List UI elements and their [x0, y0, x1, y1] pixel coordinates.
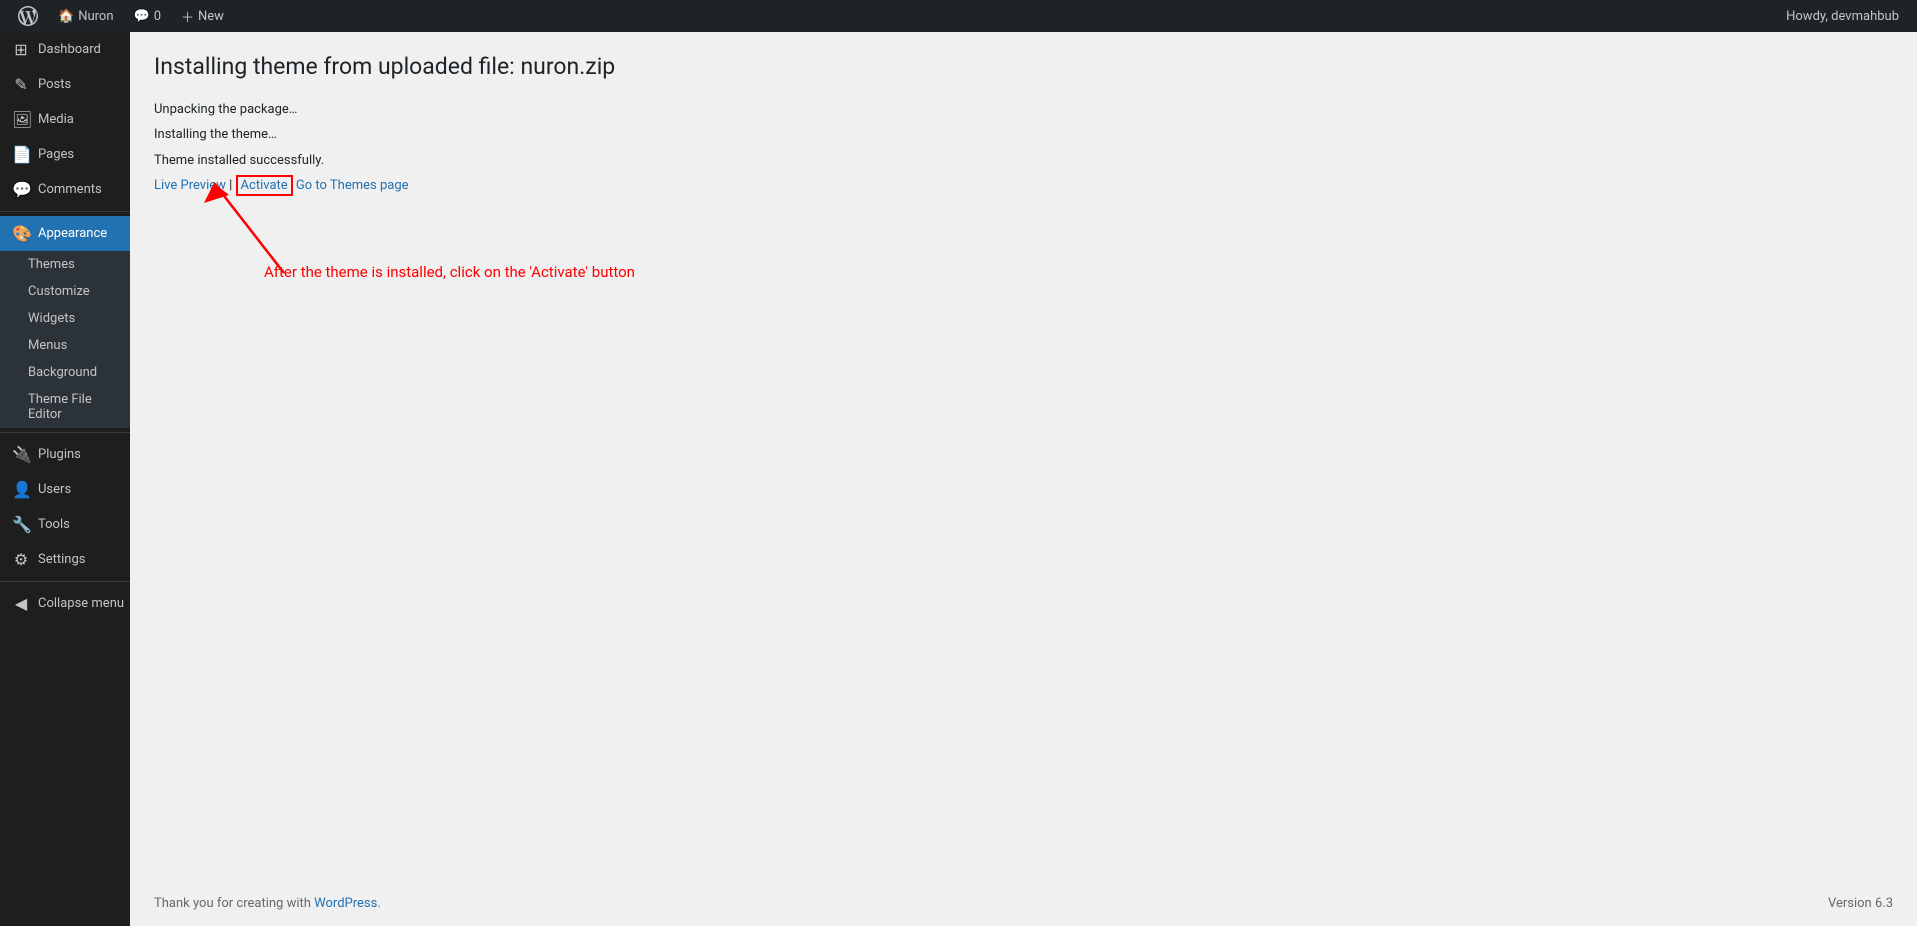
- menus-label: Menus: [28, 338, 67, 353]
- sidebar-subitem-theme-file-editor[interactable]: Theme File Editor: [0, 386, 130, 428]
- tools-label: Tools: [38, 517, 70, 532]
- media-icon: 🖼: [12, 110, 30, 129]
- settings-icon: ⚙: [12, 550, 30, 569]
- wordpress-link[interactable]: WordPress: [314, 896, 377, 911]
- settings-label: Settings: [38, 552, 85, 567]
- widgets-label: Widgets: [28, 311, 75, 326]
- collapse-label: Collapse menu: [38, 596, 124, 611]
- comment-icon: 💬: [134, 9, 150, 24]
- tools-icon: 🔧: [12, 515, 30, 534]
- site-name-menu[interactable]: 🏠 Nuron: [48, 0, 124, 32]
- site-name: Nuron: [78, 9, 113, 24]
- collapse-icon: ◀: [12, 594, 30, 613]
- howdy-menu[interactable]: Howdy, devmahbub: [1776, 0, 1909, 32]
- sidebar-item-tools[interactable]: 🔧 Tools: [0, 507, 130, 542]
- footer-version: Version 6.3: [1828, 896, 1893, 911]
- posts-label: Posts: [38, 77, 71, 92]
- wp-logo-menu[interactable]: [8, 0, 48, 32]
- footer-credit: Thank you for creating with WordPress.: [154, 896, 381, 911]
- sidebar-item-comments[interactable]: 💬 Comments: [0, 172, 130, 207]
- sidebar-item-appearance[interactable]: 🎨 Appearance: [0, 216, 130, 251]
- sidebar-item-dashboard[interactable]: ⊞ Dashboard: [0, 32, 130, 67]
- dashboard-label: Dashboard: [38, 42, 101, 57]
- annotation-text: After the theme is installed, click on t…: [264, 263, 635, 281]
- sidebar-item-pages[interactable]: 📄 Pages: [0, 137, 130, 172]
- sidebar-item-settings[interactable]: ⚙ Settings: [0, 542, 130, 577]
- sidebar-subitem-widgets[interactable]: Widgets: [0, 305, 130, 332]
- new-label: New: [198, 9, 224, 24]
- log-line-3: Theme installed successfully.: [154, 149, 1893, 172]
- background-label: Background: [28, 365, 97, 380]
- pages-label: Pages: [38, 147, 74, 162]
- activate-link[interactable]: Activate: [236, 175, 293, 196]
- media-label: Media: [38, 112, 74, 127]
- collapse-menu-button[interactable]: ◀ Collapse menu: [0, 586, 130, 621]
- sidebar-item-media[interactable]: 🖼 Media: [0, 102, 130, 137]
- sidebar-item-posts[interactable]: ✎ Posts: [0, 67, 130, 102]
- sidebar-subitem-menus[interactable]: Menus: [0, 332, 130, 359]
- sidebar-subitem-background[interactable]: Background: [0, 359, 130, 386]
- log-line-2: Installing the theme…: [154, 123, 1893, 146]
- posts-icon: ✎: [12, 75, 30, 94]
- footer-thank-you: Thank you for creating with: [154, 896, 311, 911]
- home-icon: 🏠: [58, 9, 74, 24]
- appearance-icon: 🎨: [12, 224, 30, 243]
- appearance-label: Appearance: [38, 226, 107, 241]
- install-log: Unpacking the package… Installing the th…: [154, 98, 1893, 172]
- action-links: Live Preview | Activate Go to Themes pag…: [154, 178, 1893, 193]
- wp-footer: Thank you for creating with WordPress. V…: [130, 886, 1917, 921]
- plugins-icon: 🔌: [12, 445, 30, 464]
- dashboard-icon: ⊞: [12, 40, 30, 59]
- comments-label: Comments: [38, 182, 102, 197]
- admin-sidebar: ⊞ Dashboard ✎ Posts 🖼 Media 📄 Pages 💬 Co…: [0, 32, 130, 926]
- comments-menu[interactable]: 💬 0: [124, 0, 172, 32]
- plus-icon: ＋: [181, 7, 194, 26]
- theme-file-editor-label: Theme File Editor: [28, 392, 92, 422]
- comments-icon: 💬: [12, 180, 30, 199]
- main-content-area: Installing theme from uploaded file: nur…: [130, 32, 1917, 926]
- themes-label: Themes: [28, 257, 75, 272]
- users-label: Users: [38, 482, 71, 497]
- comments-count: 0: [154, 9, 161, 24]
- sidebar-subitem-themes[interactable]: Themes: [0, 251, 130, 278]
- log-line-1: Unpacking the package…: [154, 98, 1893, 121]
- customize-label: Customize: [28, 284, 90, 299]
- sidebar-subitem-customize[interactable]: Customize: [0, 278, 130, 305]
- sidebar-item-users[interactable]: 👤 Users: [0, 472, 130, 507]
- go-to-themes-link[interactable]: Go to Themes page: [296, 178, 409, 193]
- page-title: Installing theme from uploaded file: nur…: [154, 52, 1893, 82]
- plugins-label: Plugins: [38, 447, 81, 462]
- howdy-text: Howdy, devmahbub: [1786, 9, 1899, 24]
- sidebar-item-plugins[interactable]: 🔌 Plugins: [0, 437, 130, 472]
- live-preview-link[interactable]: Live Preview: [154, 178, 226, 193]
- admin-bar: 🏠 Nuron 💬 0 ＋ New Howdy, devmahbub: [0, 0, 1917, 32]
- annotation-container: After the theme is installed, click on t…: [154, 203, 1893, 323]
- new-content-menu[interactable]: ＋ New: [171, 0, 234, 32]
- pages-icon: 📄: [12, 145, 30, 164]
- users-icon: 👤: [12, 480, 30, 499]
